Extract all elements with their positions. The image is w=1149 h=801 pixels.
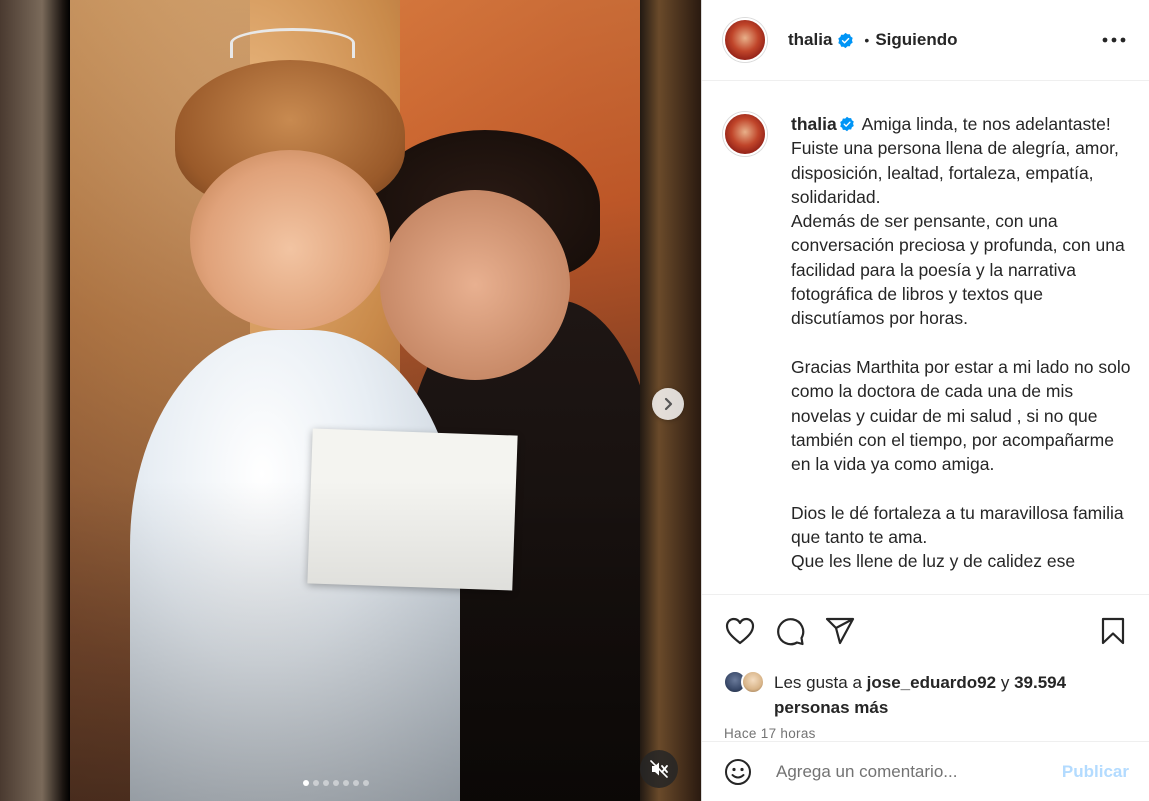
comment-box: Publicar	[702, 741, 1149, 801]
verified-badge-icon	[839, 116, 854, 132]
caption-line: Gracias Marthita por estar a mi lado no …	[791, 356, 1131, 475]
save-button[interactable]	[1095, 613, 1131, 649]
photo-shade	[70, 0, 640, 801]
share-button[interactable]	[822, 613, 858, 649]
carousel-dot	[333, 780, 339, 786]
caption-author-avatar[interactable]	[723, 112, 767, 156]
post-details-panel: thalia • Siguiendo thalia Amiga linda, t…	[701, 0, 1149, 801]
liker-avatar[interactable]	[741, 670, 765, 694]
caption-username[interactable]: thalia	[791, 114, 837, 134]
carousel-dot	[343, 780, 349, 786]
carousel-dot	[353, 780, 359, 786]
carousel-dot	[313, 780, 319, 786]
muted-speaker-icon	[650, 760, 668, 778]
caption-blank-line	[791, 331, 1133, 355]
author-username[interactable]: thalia	[788, 30, 832, 50]
share-icon	[825, 617, 855, 644]
following-button[interactable]: Siguiendo	[875, 30, 957, 50]
caption-line: Que les llene de luz y de calidez ese	[791, 551, 1076, 572]
carousel-dot	[363, 780, 369, 786]
post-media[interactable]	[0, 0, 701, 801]
likes-count: 39.594	[1014, 673, 1067, 692]
caption-line: Además de ser pensante, con una conversa…	[791, 211, 1125, 329]
comment-icon	[777, 617, 805, 645]
more-options-button[interactable]	[1099, 25, 1129, 55]
likes-prefix: Les gusta a	[774, 673, 862, 692]
caption-paragraph-1: thalia Amiga linda, te nos adelantaste! …	[791, 112, 1133, 209]
liker-username[interactable]: jose_eduardo92	[867, 673, 996, 692]
header-separator: •	[864, 32, 870, 48]
mute-toggle-button[interactable]	[640, 750, 678, 788]
emoji-icon	[725, 758, 751, 785]
bookmark-icon	[1101, 617, 1125, 644]
carousel-dot	[303, 780, 309, 786]
caption-text: thalia Amiga linda, te nos adelantaste! …	[791, 112, 1133, 574]
likes-conjunction: y	[1000, 673, 1010, 692]
carousel-dot	[323, 780, 329, 786]
post-photo[interactable]	[70, 0, 640, 801]
likes-summary: Les gusta a jose_eduardo92 y 39.594 pers…	[702, 666, 1149, 720]
post-timestamp[interactable]: Hace 17 horas	[702, 720, 1149, 741]
post-header: thalia • Siguiendo	[702, 0, 1149, 81]
caption-line: Dios le dé fortaleza a tu maravillosa fa…	[791, 502, 1124, 548]
emoji-button[interactable]	[722, 756, 754, 788]
heart-icon	[725, 617, 755, 644]
comment-input[interactable]	[776, 761, 1062, 782]
comment-button[interactable]	[772, 613, 808, 649]
next-image-button[interactable]	[652, 388, 684, 420]
carousel-indicator	[303, 780, 369, 786]
post-dialog: thalia • Siguiendo thalia Amiga linda, t…	[0, 0, 1149, 801]
like-button[interactable]	[722, 613, 758, 649]
chevron-right-icon	[664, 397, 673, 411]
likes-suffix: personas más	[774, 698, 889, 717]
more-options-icon	[1102, 37, 1126, 43]
author-avatar[interactable]	[723, 18, 767, 62]
caption-section: thalia Amiga linda, te nos adelantaste! …	[702, 81, 1149, 594]
publish-button[interactable]: Publicar	[1062, 762, 1129, 782]
post-actions-bar	[702, 594, 1149, 666]
likes-text: Les gusta a jose_eduardo92 y 39.594 pers…	[774, 670, 1133, 720]
verified-badge-icon	[838, 32, 854, 48]
caption-blank-line	[791, 476, 1133, 500]
